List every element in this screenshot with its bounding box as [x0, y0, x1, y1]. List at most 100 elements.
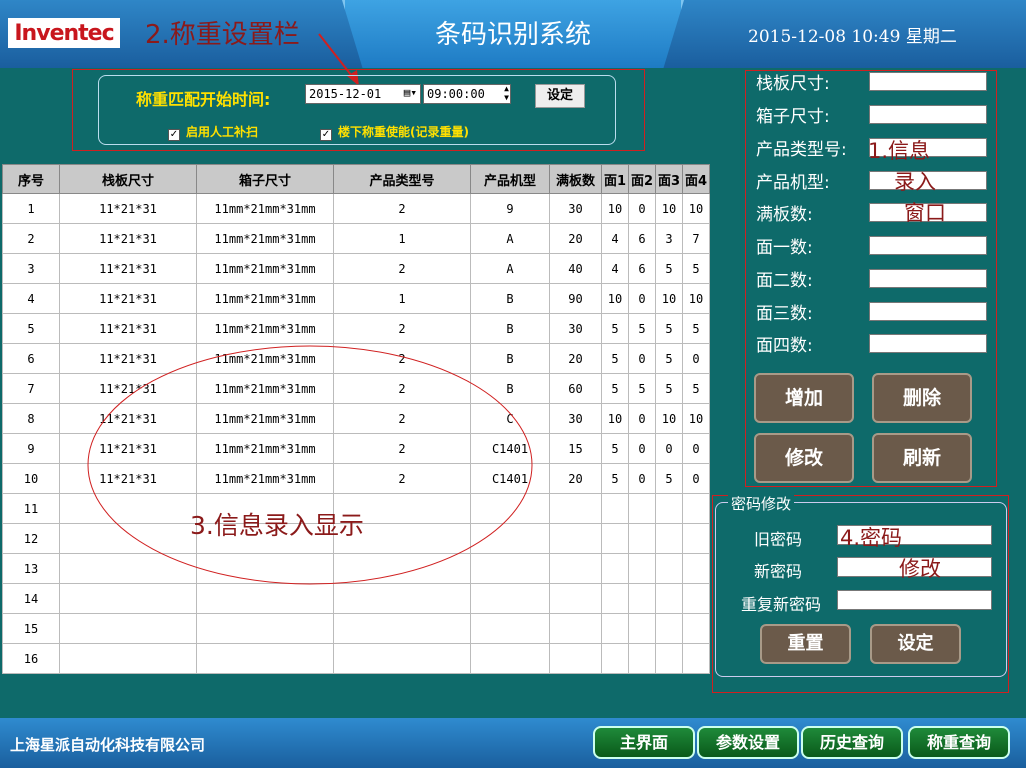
table-cell: 14 [2, 583, 60, 614]
table-row[interactable]: 13 [2, 553, 710, 584]
table-row[interactable]: 6 11*21*31 11mm*21mm*31mm 2 B 20 5 0 5 0 [2, 343, 710, 374]
table-cell [655, 493, 683, 524]
table-cell: 10 [601, 193, 629, 224]
table-cell: 11*21*31 [59, 313, 197, 344]
reset-button[interactable]: 重置 [760, 624, 851, 664]
table-row[interactable]: 3 11*21*31 11mm*21mm*31mm 2 A 40 4 6 5 5 [2, 253, 710, 284]
table-cell: 0 [628, 433, 656, 464]
info-input-field[interactable] [869, 334, 987, 353]
table-cell: B [470, 343, 550, 374]
table-cell: C1401 [470, 463, 550, 494]
table-cell: 10 [655, 283, 683, 314]
table-row[interactable]: 2 11*21*31 11mm*21mm*31mm 1 A 20 4 6 3 7 [2, 223, 710, 254]
modify-button[interactable]: 修改 [754, 433, 854, 483]
table-cell: 3 [655, 223, 683, 254]
date-picker[interactable]: 2015-12-01 ▤▾ [305, 84, 421, 104]
table-cell: 5 [682, 313, 710, 344]
table-row[interactable]: 15 [2, 613, 710, 644]
table-row[interactable]: 9 11*21*31 11mm*21mm*31mm 2 C1401 15 5 0 0 0 [2, 433, 710, 464]
column-header: 满板数 [549, 164, 602, 194]
table-cell: B [470, 283, 550, 314]
info-input-field[interactable] [869, 236, 987, 255]
nav-params-button[interactable]: 参数设置 [697, 726, 799, 759]
table-cell: 1 [333, 223, 471, 254]
table-cell: 12 [2, 523, 60, 554]
table-row[interactable]: 7 11*21*31 11mm*21mm*31mm 2 B 60 5 5 5 5 [2, 373, 710, 404]
weight-enable-checkbox[interactable]: ✓ 楼下称重使能(记录重量) [320, 123, 469, 141]
table-cell [59, 583, 197, 614]
weight-set-button[interactable]: 设定 [535, 84, 585, 108]
table-cell: 10 [2, 463, 60, 494]
table-cell: 5 [601, 343, 629, 374]
nav-main-button[interactable]: 主界面 [593, 726, 695, 759]
table-cell: 11mm*21mm*31mm [196, 403, 334, 434]
info-input-field[interactable] [869, 269, 987, 288]
table-cell [59, 613, 197, 644]
table-cell: 10 [601, 283, 629, 314]
delete-button[interactable]: 删除 [872, 373, 972, 423]
app-title: 条码识别系统 [434, 20, 591, 50]
table-row[interactable]: 5 11*21*31 11mm*21mm*31mm 2 B 30 5 5 5 5 [2, 313, 710, 344]
refresh-button[interactable]: 刷新 [872, 433, 972, 483]
info-label: 产品类型号: [756, 140, 847, 160]
table-cell: 0 [682, 433, 710, 464]
table-cell: 0 [628, 193, 656, 224]
table-cell: A [470, 253, 550, 284]
annotation-info-3: 窗口 [904, 201, 946, 225]
calendar-icon[interactable]: ▤▾ [404, 86, 417, 99]
table-cell: 6 [628, 223, 656, 254]
weight-enable-label: 楼下称重使能(记录重量) [338, 125, 469, 139]
table-cell [655, 613, 683, 644]
table-cell: 11mm*21mm*31mm [196, 463, 334, 494]
table-cell [59, 553, 197, 584]
table-cell: 5 [601, 373, 629, 404]
info-input-field[interactable] [869, 302, 987, 321]
table-cell: 5 [682, 373, 710, 404]
column-header: 栈板尺寸 [59, 164, 197, 194]
column-header: 面3 [655, 164, 683, 194]
info-input-field[interactable] [869, 72, 987, 91]
table-header-row: 序号 栈板尺寸 箱子尺寸 产品类型号 产品机型 满板数 面1 面2 面3 面4 [2, 164, 710, 194]
time-spinner[interactable]: 09:00:00 ▲ ▼ [423, 84, 511, 104]
table-cell: 5 [601, 463, 629, 494]
table-cell: 11mm*21mm*31mm [196, 313, 334, 344]
nav-history-button[interactable]: 历史查询 [801, 726, 903, 759]
table-cell: 0 [628, 343, 656, 374]
table-cell: 10 [682, 403, 710, 434]
table-cell: 2 [333, 403, 471, 434]
password-set-button[interactable]: 设定 [870, 624, 961, 664]
datetime-display: 2015-12-08 10:49 星期二 [748, 27, 957, 47]
table-cell [601, 613, 629, 644]
table-row[interactable]: 10 11*21*31 11mm*21mm*31mm 2 C1401 20 5 0 5 0 [2, 463, 710, 494]
table-cell: 11*21*31 [59, 433, 197, 464]
table-cell [655, 583, 683, 614]
info-label: 栈板尺寸: [756, 74, 830, 94]
nav-weight-query-button[interactable]: 称重查询 [908, 726, 1010, 759]
repeat-password-field[interactable] [837, 590, 992, 610]
table-row[interactable]: 1 11*21*31 11mm*21mm*31mm 2 9 30 10 0 10 10 [2, 193, 710, 224]
table-cell: 20 [549, 463, 602, 494]
table-cell: 11*21*31 [59, 343, 197, 374]
table-cell: 6 [2, 343, 60, 374]
manual-rescan-checkbox[interactable]: ✓ 启用人工补扫 [168, 123, 258, 141]
table-cell [470, 553, 550, 584]
old-password-label: 旧密码 [753, 530, 802, 549]
table-cell [628, 553, 656, 584]
table-cell: 5 [655, 343, 683, 374]
table-cell: 0 [628, 403, 656, 434]
spinner-arrows-icon[interactable]: ▲ ▼ [504, 84, 509, 102]
info-input-field[interactable] [869, 105, 987, 124]
table-cell: 11*21*31 [59, 463, 197, 494]
table-cell [549, 643, 602, 674]
add-button[interactable]: 增加 [754, 373, 854, 423]
table-cell [682, 493, 710, 524]
table-row[interactable]: 8 11*21*31 11mm*21mm*31mm 2 C 30 10 0 10 10 [2, 403, 710, 434]
table-cell: 8 [2, 403, 60, 434]
table-row[interactable]: 14 [2, 583, 710, 614]
table-cell: 11mm*21mm*31mm [196, 253, 334, 284]
table-cell [549, 583, 602, 614]
table-row[interactable]: 4 11*21*31 11mm*21mm*31mm 1 B 90 10 0 10 10 [2, 283, 710, 314]
table-cell [196, 643, 334, 674]
table-cell [655, 643, 683, 674]
table-row[interactable]: 16 [2, 643, 710, 674]
